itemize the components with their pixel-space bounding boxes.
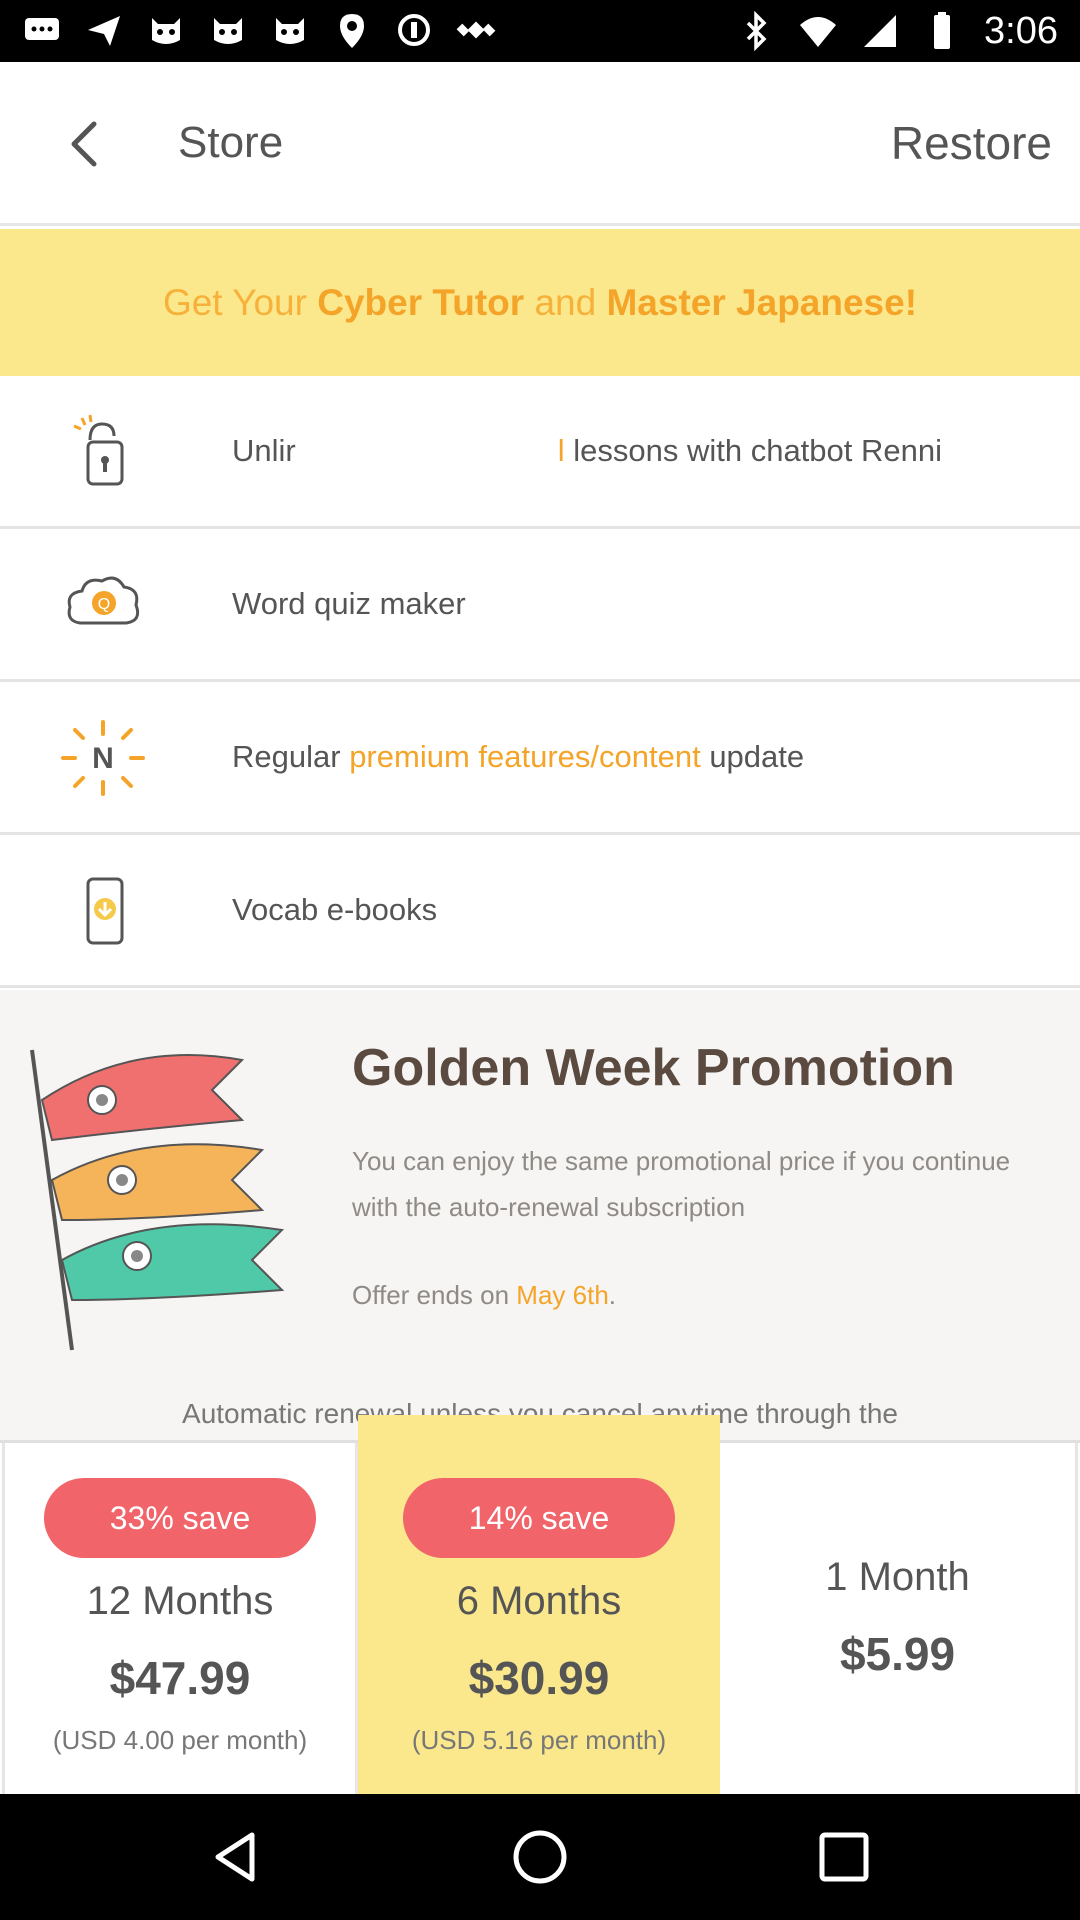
feature-item: N Regular premium features/content updat… bbox=[0, 682, 1080, 835]
back-arrow-icon[interactable] bbox=[56, 114, 116, 174]
feature-text-part: Unlir bbox=[232, 433, 296, 468]
plan-price: $5.99 bbox=[839, 1628, 956, 1680]
back-triangle-icon[interactable] bbox=[206, 1827, 266, 1887]
banner-middle: and bbox=[524, 281, 607, 323]
cat-icon bbox=[152, 18, 180, 44]
cat-icon bbox=[214, 18, 242, 44]
promo-banner: Get Your Cyber Tutor and Master Japanese… bbox=[0, 229, 1080, 376]
feature-list: Unlir l lessons with chatbot Renni Q Word… bbox=[0, 376, 1080, 988]
offer-date: May 6th bbox=[516, 1280, 609, 1310]
wifi-icon bbox=[800, 17, 837, 47]
cat-icon bbox=[276, 18, 304, 44]
bluetooth-icon bbox=[746, 11, 767, 51]
fake-gps-icon bbox=[340, 14, 364, 48]
feature-item: Vocab e-books bbox=[0, 835, 1080, 988]
feature-text-part: lessons with chatbot Renni bbox=[564, 433, 942, 468]
feature-text-part: update bbox=[700, 739, 805, 774]
plan-name: 6 Months bbox=[456, 1579, 622, 1623]
svg-text:N: N bbox=[92, 742, 114, 775]
plan-1-month[interactable]: 1 Month $5.99 bbox=[720, 1443, 1078, 1797]
plan-price: $47.99 bbox=[109, 1652, 251, 1704]
battery-icon bbox=[934, 12, 951, 49]
feature-text: Word quiz maker bbox=[232, 586, 466, 621]
plan-6-months[interactable]: 14% save 6 Months $30.99 (USD 5.16 per m… bbox=[358, 1415, 720, 1797]
send-icon bbox=[88, 16, 120, 46]
data-saver-icon bbox=[398, 14, 430, 46]
promotion-section: Golden Week Promotion You can enjoy the … bbox=[0, 990, 1080, 1440]
banner-prefix: Get Your bbox=[162, 281, 318, 323]
ebook-download-icon bbox=[86, 877, 124, 945]
clock: 3:06 bbox=[984, 10, 1058, 52]
svg-text:Q: Q bbox=[98, 596, 110, 613]
chat-icon bbox=[25, 18, 59, 40]
feature-text-highlight: premium features/content bbox=[349, 739, 701, 774]
feature-item: Unlir l lessons with chatbot Renni bbox=[0, 376, 1080, 529]
promotion-offer-end: Offer ends on May 6th. bbox=[352, 1280, 616, 1311]
offer-prefix: Offer ends on bbox=[352, 1280, 517, 1310]
new-sun-icon: N bbox=[61, 720, 145, 796]
plan-name: 1 Month bbox=[825, 1555, 970, 1599]
discount-badge: 14% save bbox=[403, 1478, 675, 1558]
feature-text: Unlir l lessons with chatbot Renni bbox=[232, 376, 942, 526]
home-circle-icon[interactable] bbox=[510, 1827, 570, 1887]
banner-text: Get Your Cyber Tutor and Master Japanese… bbox=[163, 282, 917, 324]
unlock-icon bbox=[73, 414, 124, 486]
plan-options: 33% save 12 Months $47.99 (USD 4.00 per … bbox=[0, 1415, 1080, 1797]
status-bar: 3:06 bbox=[0, 0, 1080, 62]
feature-item: Q Word quiz maker bbox=[0, 529, 1080, 682]
restore-button[interactable]: Restore bbox=[891, 116, 1052, 170]
offer-suffix: . bbox=[608, 1280, 617, 1310]
plan-monthly-note: (USD 5.16 per month) bbox=[411, 1725, 667, 1755]
plan-name: 12 Months bbox=[86, 1579, 274, 1623]
quiz-cloud-icon: Q bbox=[67, 576, 140, 625]
feature-text: Vocab e-books bbox=[232, 892, 438, 927]
feature-text: Regular premium features/content update bbox=[232, 682, 804, 832]
satellite-icon bbox=[456, 21, 496, 39]
recents-square-icon[interactable] bbox=[814, 1827, 874, 1887]
page-title: Store bbox=[178, 118, 284, 167]
plan-12-months[interactable]: 33% save 12 Months $47.99 (USD 4.00 per … bbox=[2, 1443, 358, 1797]
feature-text-highlight: l bbox=[557, 433, 565, 468]
plan-price: $30.99 bbox=[468, 1652, 610, 1704]
plan-monthly-note: (USD 4.00 per month) bbox=[52, 1725, 308, 1755]
banner-highlight-cyber-tutor: Cyber Tutor bbox=[317, 281, 525, 323]
system-navigation-bar bbox=[0, 1794, 1080, 1920]
banner-highlight-master-japanese: Master Japanese! bbox=[606, 281, 918, 323]
promotion-description: You can enjoy the same promotional price… bbox=[352, 1146, 1011, 1222]
app-header: Store Restore bbox=[0, 62, 1080, 226]
feature-text-part: Regular bbox=[232, 739, 350, 774]
koinobori-carp-streamer-illustration bbox=[30, 1049, 285, 1351]
discount-badge: 33% save bbox=[44, 1478, 316, 1558]
signal-icon bbox=[864, 15, 897, 47]
promotion-title: Golden Week Promotion bbox=[352, 1039, 955, 1097]
